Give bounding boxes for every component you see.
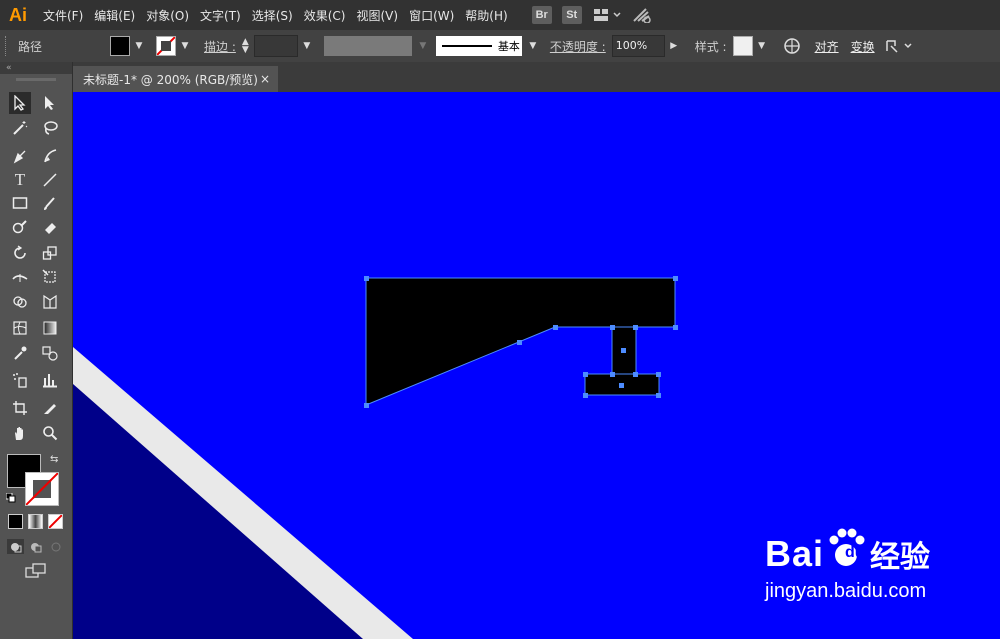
scale-tool-icon[interactable] [39,242,61,264]
shaper-tool-icon[interactable] [9,216,31,238]
selection-type-label: 路径 [18,39,43,54]
mesh-tool-icon[interactable] [9,317,31,339]
tools-panel: « T ⇆ [0,62,73,639]
stroke-swatch[interactable] [156,36,176,56]
draw-normal-icon[interactable] [7,539,24,554]
chevron-down-icon[interactable]: ▼ [528,41,538,51]
selection-tool-icon[interactable] [9,92,31,114]
menu-view[interactable]: 视图(V) [356,7,398,24]
perspective-grid-tool-icon[interactable] [39,291,61,313]
menu-effect[interactable]: 效果(C) [304,7,346,24]
draw-behind-icon[interactable] [27,539,44,554]
isolate-icon[interactable] [885,38,915,54]
line-segment-tool-icon[interactable] [39,169,61,191]
watermark-url: jingyan.baidu.com [765,580,927,602]
stroke-label[interactable]: 描边 : [204,38,236,55]
close-tab-icon[interactable]: × [260,72,270,86]
curvature-tool-icon[interactable] [39,145,61,167]
eyedropper-tool-icon[interactable] [9,342,31,364]
graphic-style-swatch[interactable] [732,36,753,56]
baidu-watermark: Bai du 经验 jingyan.baidu.com [765,528,965,622]
opacity-input[interactable]: 100% [611,35,665,57]
gradient-tool-icon[interactable] [39,317,61,339]
canvas[interactable]: Bai du 经验 jingyan.baidu.com [73,92,1000,639]
rotate-tool-icon[interactable] [9,242,31,264]
stock-button[interactable]: St [561,6,582,24]
document-tab[interactable]: 未标题-1* @ 200% (RGB/预览) × [73,66,278,92]
control-bar: 路径 ▼ ▼ 描边 : ▲ ▼ ▼ ▼ 基本 ▼ 不透明度 : 100% ▶ 样式… [0,30,1000,63]
transform-button[interactable]: 变换 [851,38,875,55]
draw-inside-icon[interactable] [47,539,64,554]
chevron-right-icon[interactable]: ▶ [669,41,679,51]
chevron-down-icon[interactable]: ▼ [134,41,144,51]
workspace-layout-icon[interactable] [593,8,624,22]
color-mode-button[interactable] [8,514,23,529]
slice-tool-icon[interactable] [39,397,61,419]
menu-file[interactable]: 文件(F) [43,7,83,24]
magic-wand-tool-icon[interactable] [9,117,31,139]
panel-grip [16,78,56,81]
style-label: 样式 : [694,39,727,54]
document-tab-title: 未标题-1* @ 200% (RGB/预览) [83,72,258,87]
menu-bar: Ai 文件(F) 编辑(E) 对象(O) 文字(T) 选择(S) 效果(C) 视… [0,0,1000,30]
stroke-weight-input[interactable] [253,35,298,57]
bridge-button[interactable]: Br [531,6,552,24]
fill-swatch[interactable] [110,36,130,56]
artboard-tool-icon[interactable] [9,397,31,419]
column-graph-tool-icon[interactable] [39,369,61,391]
watermark-cn: 经验 [870,540,931,575]
brush-definition-dropdown[interactable]: 基本 [435,36,522,56]
free-transform-tool-icon[interactable] [39,266,61,288]
rectangle-tool-icon[interactable] [9,192,31,214]
collapse-panel-icon[interactable]: « [0,62,72,74]
menu-select[interactable]: 选择(S) [252,7,293,24]
gradient-mode-button[interactable] [28,514,43,529]
width-tool-icon[interactable] [9,266,31,288]
chevron-down-icon[interactable]: ▼ [302,41,312,51]
menu-edit[interactable]: 编辑(E) [94,7,135,24]
align-button[interactable]: 对齐 [815,38,839,55]
pen-tool-icon[interactable] [9,145,31,167]
blend-tool-icon[interactable] [39,342,61,364]
opacity-label[interactable]: 不透明度 : [550,38,606,55]
app-logo: Ai [9,4,27,25]
recolor-artwork-icon[interactable] [783,37,801,55]
menu-type[interactable]: 文字(T) [200,7,241,24]
swap-fill-stroke-icon[interactable]: ⇆ [50,454,58,465]
symbol-sprayer-tool-icon[interactable] [9,369,31,391]
document-tab-bar: 未标题-1* @ 200% (RGB/预览) × [73,62,1000,92]
grip-icon [5,36,10,56]
watermark-brand: Bai [765,533,825,574]
chevron-down-icon[interactable]: ▼ [757,41,767,51]
none-mode-button[interactable] [48,514,63,529]
hand-tool-icon[interactable] [9,422,31,444]
watermark-du: du [845,544,865,561]
menu-window[interactable]: 窗口(W) [409,7,454,24]
brush-style-label: 基本 [497,40,520,53]
stroke-color-swatch[interactable] [25,472,59,506]
chevron-down-icon[interactable]: ▼ [180,41,190,51]
menu-help[interactable]: 帮助(H) [465,7,507,24]
screen-mode-icon[interactable] [24,562,48,580]
menu-object[interactable]: 对象(O) [146,7,189,24]
direct-selection-tool-icon[interactable] [39,92,61,114]
chevron-down-icon: ▼ [419,41,427,51]
eraser-tool-icon[interactable] [39,216,61,238]
paintbrush-tool-icon[interactable] [39,192,61,214]
gpu-performance-icon[interactable] [632,7,652,23]
lasso-tool-icon[interactable] [39,117,61,139]
stroke-weight-stepper[interactable]: ▲ ▼ [242,38,252,55]
zoom-tool-icon[interactable] [39,422,61,444]
shape-builder-tool-icon[interactable] [9,291,31,313]
type-tool-icon[interactable]: T [9,169,31,191]
variable-width-profile[interactable] [323,36,412,56]
default-fill-stroke-icon[interactable] [5,492,16,503]
